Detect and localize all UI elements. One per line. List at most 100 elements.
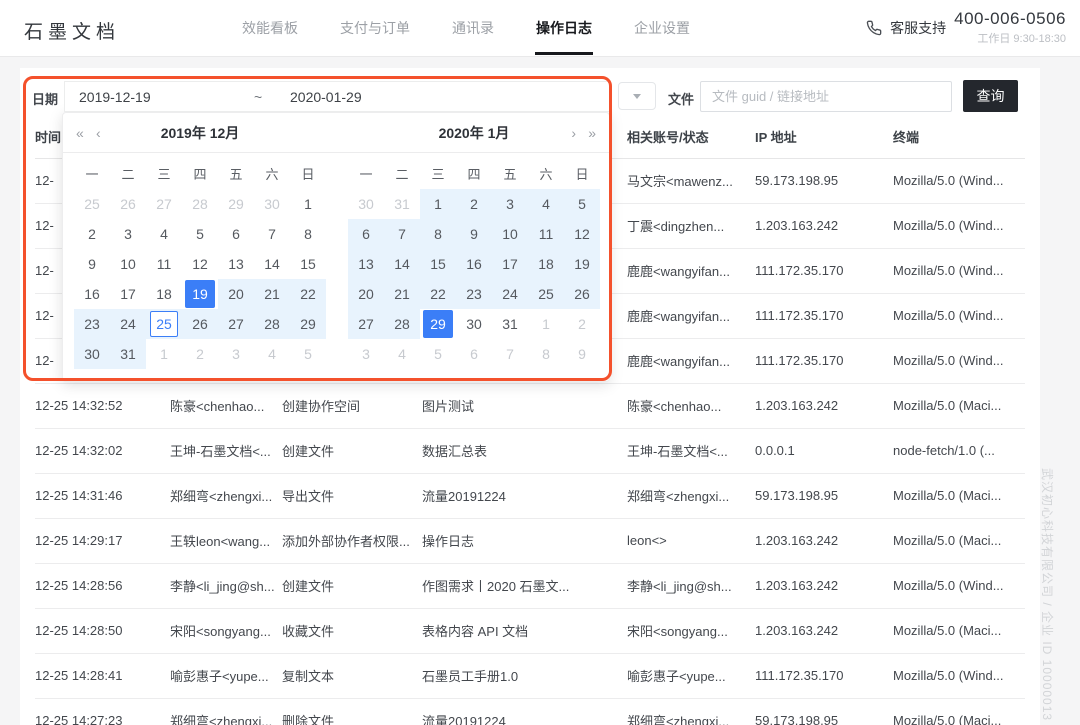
nav-operation-log[interactable]: 操作日志: [536, 0, 592, 57]
calendar-day[interactable]: 8: [420, 219, 456, 249]
next-month-icon[interactable]: ›: [571, 113, 576, 153]
date-end-value[interactable]: 2020-01-29: [290, 89, 362, 105]
calendar-day[interactable]: 5: [182, 219, 218, 249]
calendar-day[interactable]: 1: [146, 339, 182, 369]
calendar-day[interactable]: 31: [110, 339, 146, 369]
calendar-day[interactable]: 31: [492, 309, 528, 339]
calendar-day[interactable]: 2: [182, 339, 218, 369]
calendar-day[interactable]: 23: [456, 279, 492, 309]
calendar-day[interactable]: 5: [564, 189, 600, 219]
calendar-day[interactable]: 7: [254, 219, 290, 249]
calendar-day[interactable]: 2: [564, 309, 600, 339]
calendar-day[interactable]: 9: [456, 219, 492, 249]
calendar-day[interactable]: 20: [348, 279, 384, 309]
calendar-day[interactable]: 9: [74, 249, 110, 279]
calendar-day[interactable]: 3: [348, 339, 384, 369]
calendar-day[interactable]: 23: [74, 309, 110, 339]
calendar-day[interactable]: 6: [218, 219, 254, 249]
calendar-day[interactable]: 15: [420, 249, 456, 279]
calendar-day[interactable]: 7: [492, 339, 528, 369]
calendar-day[interactable]: 16: [74, 279, 110, 309]
calendar-day[interactable]: 8: [290, 219, 326, 249]
calendar-day[interactable]: 1: [528, 309, 564, 339]
calendar-day[interactable]: 5: [290, 339, 326, 369]
calendar-day[interactable]: 10: [492, 219, 528, 249]
calendar-day[interactable]: 12: [182, 249, 218, 279]
filter-type-dropdown[interactable]: [618, 82, 656, 110]
calendar-day[interactable]: 15: [290, 249, 326, 279]
calendar-day[interactable]: 6: [456, 339, 492, 369]
calendar-day[interactable]: 26: [110, 189, 146, 219]
calendar-day[interactable]: 22: [420, 279, 456, 309]
calendar-day[interactable]: 17: [110, 279, 146, 309]
query-button[interactable]: 查询: [963, 80, 1018, 112]
calendar-day[interactable]: 27: [348, 309, 384, 339]
calendar-day[interactable]: 4: [384, 339, 420, 369]
left-panel-month-title[interactable]: 2019年 12月: [63, 113, 337, 153]
nav-enterprise-settings[interactable]: 企业设置: [634, 0, 690, 57]
calendar-day[interactable]: 24: [492, 279, 528, 309]
calendar-day[interactable]: 30: [456, 309, 492, 339]
calendar-day[interactable]: 30: [254, 189, 290, 219]
app-logo[interactable]: 石墨文档: [24, 17, 120, 44]
calendar-day[interactable]: 29: [218, 189, 254, 219]
calendar-day[interactable]: 13: [218, 249, 254, 279]
calendar-day[interactable]: 13: [348, 249, 384, 279]
calendar-day[interactable]: 10: [110, 249, 146, 279]
calendar-day[interactable]: 29: [290, 309, 326, 339]
calendar-day[interactable]: 17: [492, 249, 528, 279]
nav-performance-dashboard[interactable]: 效能看板: [242, 0, 298, 57]
calendar-day[interactable]: 27: [146, 189, 182, 219]
calendar-day[interactable]: 9: [564, 339, 600, 369]
calendar-day[interactable]: 25: [74, 189, 110, 219]
calendar-day[interactable]: 22: [290, 279, 326, 309]
calendar-day[interactable]: 30: [348, 189, 384, 219]
right-panel-month-title[interactable]: 2020年 1月: [337, 113, 611, 153]
calendar-day[interactable]: 28: [182, 189, 218, 219]
calendar-day[interactable]: 26: [564, 279, 600, 309]
calendar-day[interactable]: 2: [456, 189, 492, 219]
calendar-day[interactable]: 25: [146, 309, 182, 339]
calendar-day[interactable]: 11: [146, 249, 182, 279]
calendar-day[interactable]: 14: [254, 249, 290, 279]
calendar-day[interactable]: 7: [384, 219, 420, 249]
calendar-day[interactable]: 28: [254, 309, 290, 339]
next-year-icon[interactable]: »: [588, 113, 596, 153]
calendar-day[interactable]: 14: [384, 249, 420, 279]
calendar-day[interactable]: 1: [290, 189, 326, 219]
calendar-day[interactable]: 18: [146, 279, 182, 309]
calendar-day[interactable]: 3: [110, 219, 146, 249]
calendar-day[interactable]: 30: [74, 339, 110, 369]
calendar-day[interactable]: 21: [254, 279, 290, 309]
calendar-day[interactable]: 28: [384, 309, 420, 339]
calendar-day[interactable]: 29: [420, 309, 456, 339]
nav-payment-orders[interactable]: 支付与订单: [340, 0, 410, 57]
calendar-day[interactable]: 1: [420, 189, 456, 219]
calendar-day[interactable]: 3: [218, 339, 254, 369]
nav-contacts[interactable]: 通讯录: [452, 0, 494, 57]
calendar-day[interactable]: 3: [492, 189, 528, 219]
calendar-day[interactable]: 2: [74, 219, 110, 249]
calendar-day[interactable]: 20: [218, 279, 254, 309]
calendar-day[interactable]: 5: [420, 339, 456, 369]
calendar-day[interactable]: 4: [528, 189, 564, 219]
calendar-day[interactable]: 12: [564, 219, 600, 249]
calendar-day[interactable]: 11: [528, 219, 564, 249]
calendar-day[interactable]: 27: [218, 309, 254, 339]
file-search-input[interactable]: [700, 81, 952, 112]
date-range-input[interactable]: 2019-12-19 ~ 2020-01-29: [64, 81, 610, 112]
calendar-day[interactable]: 26: [182, 309, 218, 339]
calendar-day[interactable]: 8: [528, 339, 564, 369]
calendar-day[interactable]: 18: [528, 249, 564, 279]
calendar-day[interactable]: 4: [146, 219, 182, 249]
calendar-day[interactable]: 19: [564, 249, 600, 279]
calendar-day[interactable]: 31: [384, 189, 420, 219]
calendar-day[interactable]: 19: [182, 279, 218, 309]
calendar-day[interactable]: 16: [456, 249, 492, 279]
calendar-day[interactable]: 24: [110, 309, 146, 339]
calendar-day[interactable]: 25: [528, 279, 564, 309]
calendar-day[interactable]: 4: [254, 339, 290, 369]
calendar-day[interactable]: 21: [384, 279, 420, 309]
calendar-day[interactable]: 6: [348, 219, 384, 249]
date-start-value[interactable]: 2019-12-19: [79, 89, 254, 105]
